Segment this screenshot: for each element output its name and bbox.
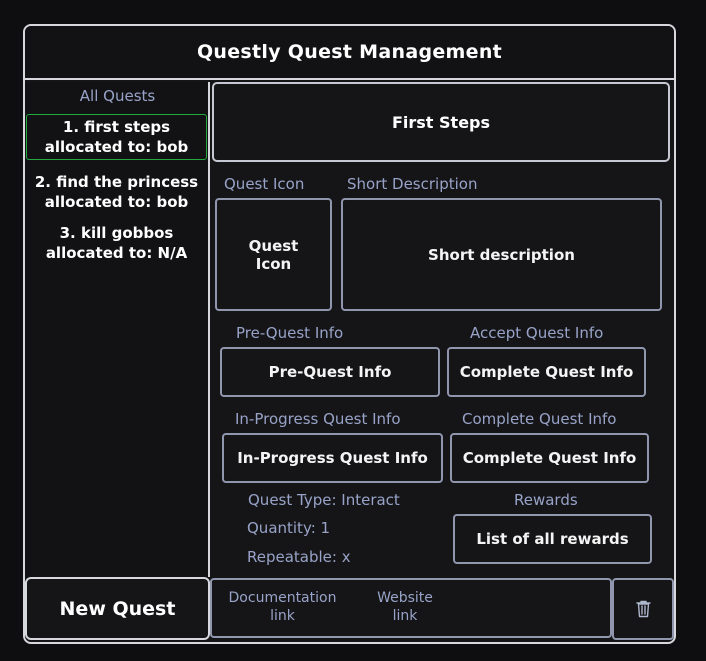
documentation-link-line2: link (270, 608, 295, 624)
accept-quest-info-value: Complete Quest Info (459, 363, 634, 381)
page-title: Questly Quest Management (196, 41, 503, 63)
documentation-link-line1: Documentation (228, 590, 337, 606)
documentation-link[interactable]: Documentation link (226, 589, 339, 629)
complete-quest-label: Complete Quest Info (462, 410, 617, 428)
short-description-value: Short description (428, 245, 575, 264)
header: Questly Quest Management (25, 26, 674, 80)
pre-quest-info-value: Pre-Quest Info (268, 363, 392, 381)
short-description-field[interactable]: Short description (341, 198, 662, 311)
complete-quest-info-value: Complete Quest Info (462, 449, 637, 467)
quest-name-field[interactable]: First Steps (212, 82, 670, 162)
quest-assignee: allocated to: bob (44, 138, 189, 156)
new-quest-label: New Quest (59, 597, 176, 620)
rewards-list-field[interactable]: List of all rewards (453, 514, 652, 564)
website-link[interactable]: Website link (369, 589, 441, 629)
website-link-line2: link (392, 608, 418, 624)
in-progress-info-value: In-Progress Quest Info (237, 449, 428, 467)
pre-quest-info-field[interactable]: Pre-Quest Info (220, 347, 440, 397)
quest-title: 1. first steps (62, 118, 171, 136)
quest-title: 3. kill gobbos (59, 224, 174, 242)
quest-title: 2. find the princess (34, 173, 199, 191)
rewards-list-value: List of all rewards (476, 530, 629, 548)
complete-quest-info-field[interactable]: Complete Quest Info (450, 433, 649, 483)
trash-icon (635, 600, 651, 618)
quest-assignee: allocated to: bob (44, 193, 189, 211)
in-progress-label: In-Progress Quest Info (235, 410, 401, 428)
quest-name-value: First Steps (391, 112, 491, 132)
short-description-label: Short Description (347, 175, 478, 193)
accept-quest-label: Accept Quest Info (470, 324, 604, 342)
quest-assignee: allocated to: N/A (45, 244, 188, 262)
pre-quest-label: Pre-Quest Info (236, 324, 344, 342)
rewards-label: Rewards (514, 491, 578, 509)
repeatable-text: Repeatable: x (247, 548, 351, 566)
quest-icon-line2: Icon (255, 254, 292, 273)
quest-list-item[interactable]: 3. kill gobbos allocated to: N/A (26, 220, 207, 266)
sidebar-title: All Quests (79, 87, 156, 105)
new-quest-button[interactable]: New Quest (25, 577, 210, 640)
quest-type-text: Quest Type: Interact (248, 491, 400, 509)
in-progress-info-field[interactable]: In-Progress Quest Info (222, 433, 443, 483)
website-link-line1: Website (377, 590, 433, 606)
quest-icon-line1: Quest (248, 236, 299, 255)
quantity-text: Quantity: 1 (247, 519, 331, 537)
quest-list-item[interactable]: 2. find the princess allocated to: bob (26, 169, 207, 215)
accept-quest-info-field[interactable]: Complete Quest Info (447, 347, 646, 397)
quest-icon-upload[interactable]: Quest Icon (215, 198, 332, 311)
quest-list-item[interactable]: 1. first steps allocated to: bob (26, 114, 207, 160)
quest-icon-label: Quest Icon (224, 175, 305, 193)
delete-quest-button[interactable] (612, 578, 674, 640)
